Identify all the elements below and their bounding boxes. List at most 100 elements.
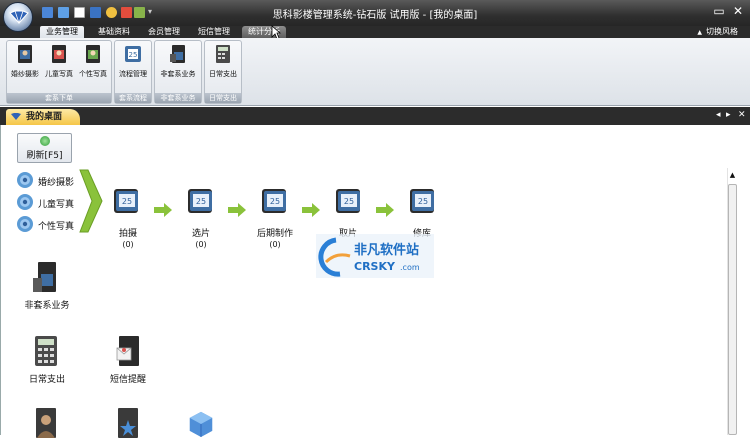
user-icon: [36, 408, 56, 438]
process-step-post-production[interactable]: 25: [260, 186, 290, 219]
daily-expense-button[interactable]: 日常支出: [205, 44, 241, 79]
svg-text:CRSKY: CRSKY: [354, 260, 396, 273]
tab-members[interactable]: 会员管理: [142, 26, 186, 38]
calendar-folder-icon: 25: [114, 189, 138, 213]
svg-text:25: 25: [196, 197, 206, 206]
non-package-business-icon: [170, 45, 185, 63]
svg-text:25: 25: [344, 197, 354, 206]
svg-text:.com: .com: [400, 263, 420, 272]
scroll-up-icon[interactable]: ▲: [728, 170, 737, 180]
ribbon-panel: [0, 38, 750, 106]
tab-sms[interactable]: 短信管理: [192, 26, 236, 38]
star-folder-icon: [118, 408, 138, 438]
daily-expense-shortcut[interactable]: [33, 336, 59, 371]
customer-shortcut[interactable]: [33, 408, 59, 443]
non-package-business-button[interactable]: 非套系业务: [155, 44, 201, 79]
category-wedding[interactable]: 婚纱摄影: [38, 175, 74, 188]
refresh-icon: [39, 136, 50, 146]
non-package-business-label: 非套系业务: [24, 301, 70, 311]
personal-photo-label: 个性写真: [79, 70, 107, 78]
process-step-pickup[interactable]: 25: [334, 186, 364, 219]
calendar-folder-icon: 25: [336, 189, 360, 213]
quick-access-report-icon[interactable]: [121, 7, 132, 18]
child-photo-icon: [52, 45, 66, 63]
quick-access-calendar-icon[interactable]: [90, 7, 101, 18]
group-caption: 套系流程: [115, 93, 151, 103]
svg-text:25: 25: [418, 197, 428, 206]
refresh-button[interactable]: 刷新[F5]: [17, 133, 72, 163]
minimize-icon[interactable]: ▭: [712, 5, 726, 17]
process-step-count: (0): [195, 240, 207, 249]
non-package-business-label: 非套系业务: [160, 70, 196, 78]
tab-basic-data[interactable]: 基础资料: [92, 26, 136, 38]
non-package-business-shortcut[interactable]: [33, 262, 59, 297]
svg-text:25: 25: [270, 197, 280, 206]
crsky-watermark-logo: 非凡软件站 CRSKY .com: [316, 234, 434, 278]
category-personal[interactable]: 个性写真: [38, 219, 74, 232]
calendar-folder-icon: 25: [262, 189, 286, 213]
favorites-shortcut[interactable]: [115, 408, 141, 443]
svg-text:非凡软件站: 非凡软件站: [354, 242, 419, 258]
briefcase-user-icon: [33, 262, 56, 292]
quick-access-tool-icon[interactable]: [134, 7, 145, 18]
desktop-tab-icon: [11, 113, 21, 120]
process-step-count: (0): [122, 240, 134, 249]
flow-arrow-icon: [228, 203, 246, 217]
process-step-count: (0): [269, 240, 281, 249]
quick-access-user-icon[interactable]: [106, 7, 117, 18]
flow-management-icon: 25: [125, 46, 141, 62]
quick-access-contacts-icon[interactable]: [42, 7, 53, 18]
child-photo-button[interactable]: 儿童写真: [42, 44, 76, 79]
category-child[interactable]: 儿童写真: [38, 197, 74, 210]
wedding-photo-button[interactable]: 婚纱摄影: [8, 44, 42, 79]
tab-next-icon[interactable]: ▸: [726, 110, 731, 120]
sms-reminder-label: 短信提醒: [109, 375, 146, 385]
process-step-label: 选片: [191, 229, 210, 239]
process-step-label: 后期制作: [256, 229, 293, 239]
daily-expense-label: 日常支出: [209, 70, 237, 78]
quick-access-document-icon[interactable]: [74, 7, 85, 18]
merge-arrow-icon: [79, 169, 103, 233]
gear-icon: [17, 172, 33, 188]
cube-shortcut[interactable]: [188, 408, 214, 443]
svg-text:25: 25: [122, 197, 132, 206]
flow-management-label: 流程管理: [119, 70, 147, 78]
child-photo-label: 儿童写真: [45, 70, 73, 78]
scrollbar-thumb[interactable]: [728, 184, 737, 435]
chevron-up-icon: ▲: [697, 29, 702, 36]
daily-expense-label: 日常支出: [28, 375, 65, 385]
flow-arrow-icon: [376, 203, 394, 217]
group-caption: 非套系业务: [155, 93, 201, 103]
personal-photo-icon: [86, 45, 100, 63]
flow-arrow-icon: [154, 203, 172, 217]
refresh-label: 刷新[F5]: [26, 151, 63, 161]
close-icon[interactable]: ✕: [731, 5, 745, 17]
process-step-shoot[interactable]: 25: [112, 186, 142, 219]
process-step-select[interactable]: 25: [186, 186, 216, 219]
sms-reminder-shortcut[interactable]: [115, 336, 141, 371]
calendar-folder-icon: 25: [410, 189, 434, 213]
tab-close-icon[interactable]: ✕: [738, 110, 746, 120]
calendar-folder-icon: 25: [188, 189, 212, 213]
calculator-icon: [35, 336, 57, 366]
app-orb-button[interactable]: [3, 2, 33, 32]
flow-arrow-icon: [302, 203, 320, 217]
window-title: 思科影楼管理系统-钻石版 试用版 - [我的桌面]: [272, 10, 478, 21]
svg-text:25: 25: [129, 51, 138, 59]
quick-access-dropdown-icon[interactable]: ▾: [148, 7, 152, 16]
personal-photo-button[interactable]: 个性写真: [76, 44, 110, 79]
process-step-repair[interactable]: 25: [408, 186, 438, 219]
document-tab-row: [0, 107, 750, 125]
switch-style-label: 切换风格: [706, 27, 738, 36]
gear-icon: [17, 194, 33, 210]
cube-icon: [189, 411, 213, 437]
tab-prev-icon[interactable]: ◂: [716, 110, 721, 120]
wedding-photo-label: 婚纱摄影: [11, 70, 39, 78]
gear-icon: [17, 216, 33, 232]
flow-management-button[interactable]: 25 婚纱摄影 流程管理: [115, 44, 151, 79]
wedding-photo-icon: [18, 45, 32, 63]
tab-business[interactable]: 业务管理: [40, 26, 84, 38]
desktop-content-area: [0, 125, 740, 435]
process-step-label: 拍摄: [118, 229, 137, 239]
quick-access-card-icon[interactable]: [58, 7, 69, 18]
